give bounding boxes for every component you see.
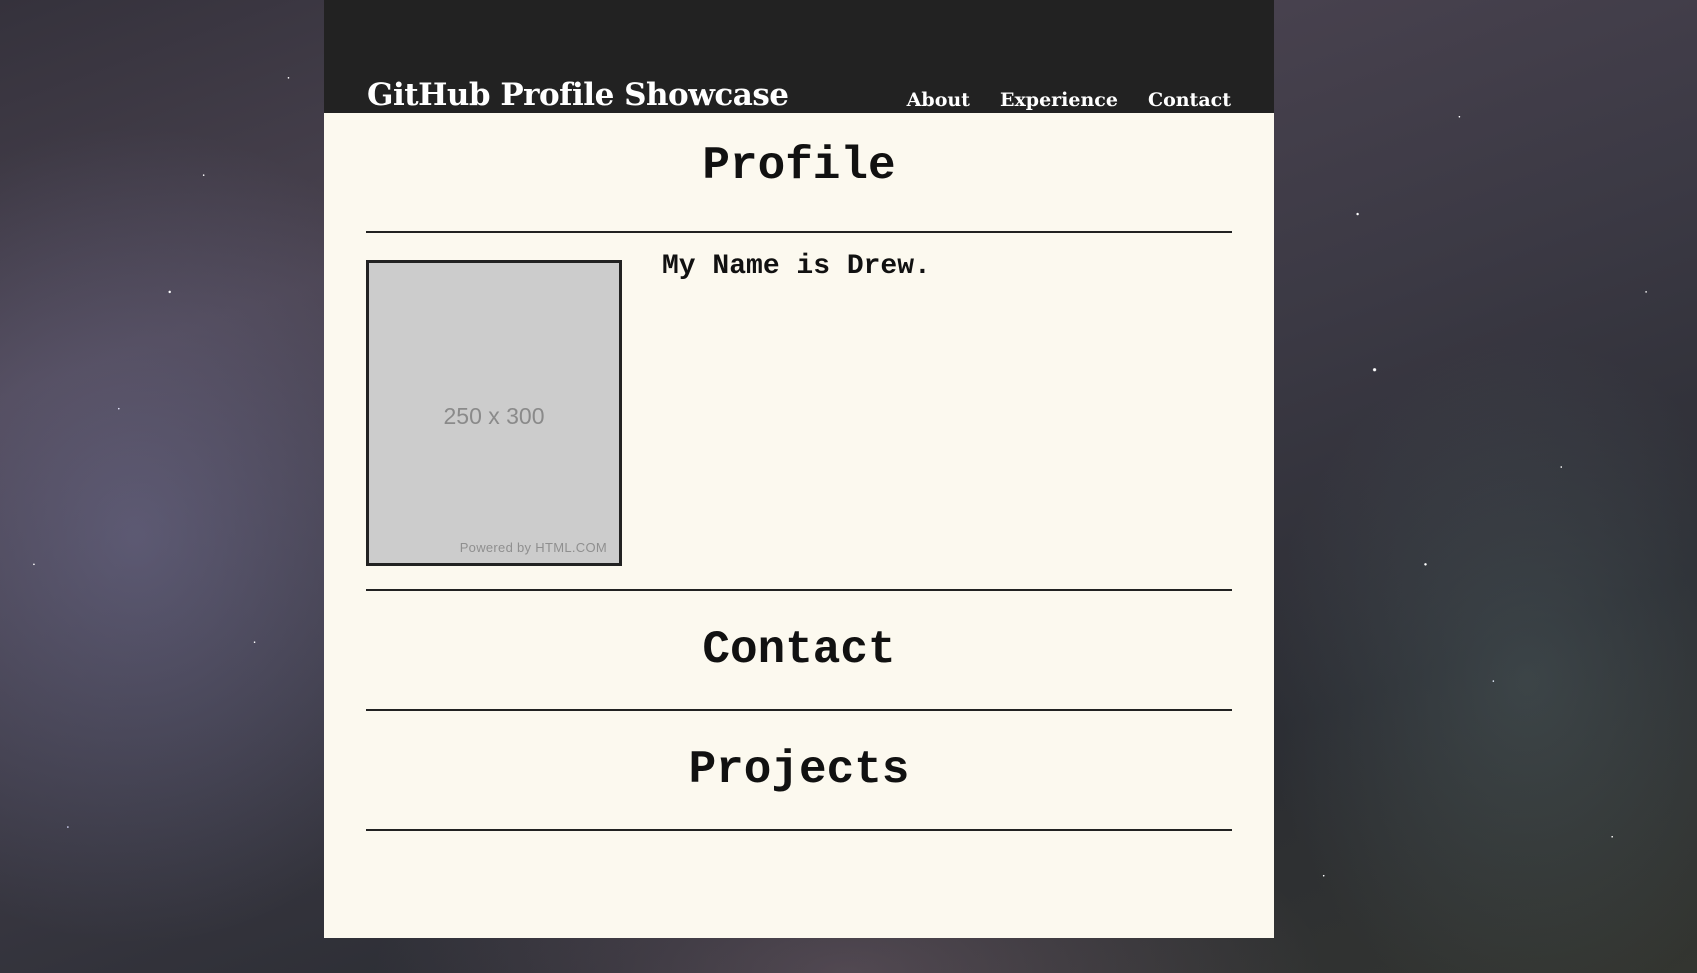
nav-link-contact[interactable]: Contact <box>1148 87 1231 113</box>
profile-section: Profile 250 x 300 Powered by HTML.COM My… <box>366 113 1232 591</box>
avatar-powered-by: Powered by HTML.COM <box>459 540 607 555</box>
profile-heading: Profile <box>702 140 896 192</box>
divider <box>366 829 1232 831</box>
projects-heading-wrap: Projects <box>366 711 1232 829</box>
profile-intro-text: My Name is Drew. <box>662 251 931 282</box>
main-content: Profile 250 x 300 Powered by HTML.COM My… <box>366 113 1232 831</box>
main-nav: About Experience Contact <box>907 87 1231 113</box>
projects-section: Projects <box>366 711 1232 831</box>
profile-heading-wrap: Profile <box>366 113 1232 231</box>
profile-body: 250 x 300 Powered by HTML.COM My Name is… <box>366 233 1232 589</box>
site-header: GitHub Profile Showcase About Experience… <box>324 0 1274 113</box>
projects-heading: Projects <box>688 744 910 796</box>
avatar-size-label: 250 x 300 <box>443 403 545 429</box>
avatar-placeholder-image: 250 x 300 Powered by HTML.COM <box>366 260 622 566</box>
nav-link-about[interactable]: About <box>907 87 970 113</box>
page-background: { "header": { "title": "GitHub Profile S… <box>0 0 1697 973</box>
contact-section: Contact <box>366 591 1232 711</box>
nav-link-experience[interactable]: Experience <box>1000 87 1118 113</box>
contact-heading: Contact <box>702 624 896 676</box>
main-container: GitHub Profile Showcase About Experience… <box>324 0 1274 938</box>
site-title: GitHub Profile Showcase <box>367 77 789 113</box>
contact-heading-wrap: Contact <box>366 591 1232 709</box>
